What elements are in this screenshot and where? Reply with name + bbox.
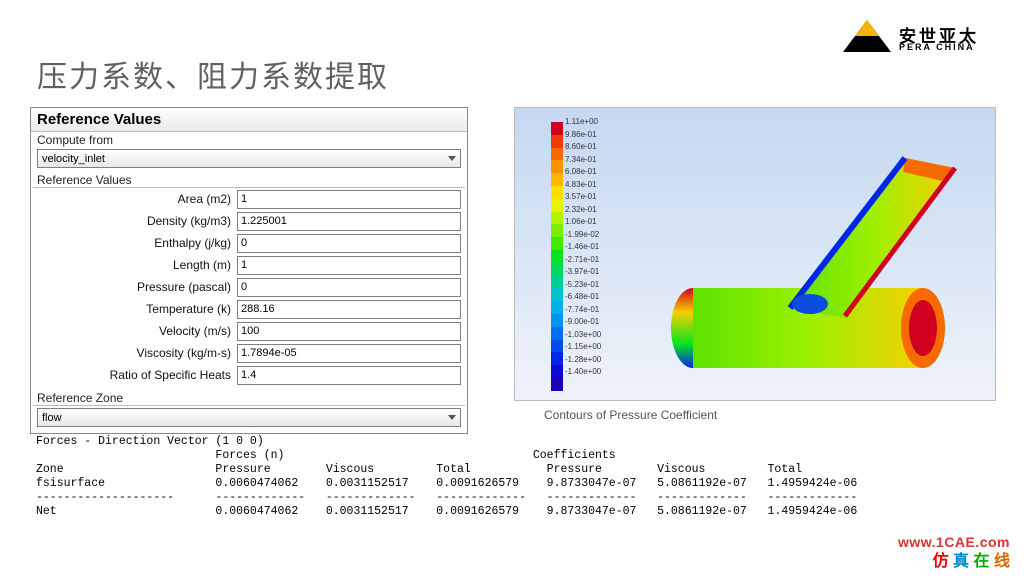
compute-from-value: velocity_inlet: [42, 153, 105, 165]
label-heat-ratio: Ratio of Specific Heats: [31, 368, 237, 382]
contour-caption: Contours of Pressure Coefficient: [544, 408, 717, 422]
group-divider: [33, 405, 465, 406]
row-velocity: Velocity (m/s)100: [31, 320, 467, 342]
row-enthalpy: Enthalpy (j/kg)0: [31, 232, 467, 254]
wm-char: 在: [974, 553, 990, 570]
reference-values-panel: Reference Values Compute from velocity_i…: [30, 107, 468, 434]
input-velocity[interactable]: 100: [237, 322, 461, 341]
label-temperature: Temperature (k): [31, 302, 237, 316]
label-length: Length (m): [31, 258, 237, 272]
row-temperature: Temperature (k)288.16: [31, 298, 467, 320]
input-enthalpy[interactable]: 0: [237, 234, 461, 253]
reference-zone-value: flow: [42, 412, 62, 424]
pressure-contour-geometry: [655, 138, 995, 388]
chevron-down-icon: [448, 415, 456, 420]
panel-title: Reference Values: [31, 108, 467, 132]
row-heat-ratio: Ratio of Specific Heats1.4: [31, 364, 467, 386]
label-velocity: Velocity (m/s): [31, 324, 237, 338]
label-viscosity: Viscosity (kg/m-s): [31, 346, 237, 360]
label-density: Density (kg/m3): [31, 214, 237, 228]
wm-char: 仿: [933, 553, 949, 570]
brand-logo: 安世亚太 PERA CHINA: [839, 18, 1004, 60]
page-title: 压力系数、阻力系数提取: [37, 52, 389, 96]
wm-char: 真: [953, 553, 969, 570]
reference-zone-dropdown[interactable]: flow: [37, 408, 461, 427]
input-density[interactable]: 1.225001: [237, 212, 461, 231]
reference-zone-label: Reference Zone: [31, 390, 467, 405]
input-viscosity[interactable]: 1.7894e-05: [237, 344, 461, 363]
logo-triangle-icon: [839, 18, 895, 56]
input-pressure[interactable]: 0: [237, 278, 461, 297]
forces-report: Forces - Direction Vector (1 0 0) Forces…: [36, 435, 1000, 519]
input-area[interactable]: 1: [237, 190, 461, 209]
row-density: Density (kg/m3)1.225001: [31, 210, 467, 232]
reference-values-group-label: Reference Values: [31, 172, 467, 187]
label-area: Area (m2): [31, 192, 237, 206]
row-length: Length (m)1: [31, 254, 467, 276]
input-temperature[interactable]: 288.16: [237, 300, 461, 319]
wm-char: 线: [994, 553, 1010, 570]
label-pressure: Pressure (pascal): [31, 280, 237, 294]
chevron-down-icon: [448, 156, 456, 161]
color-legend-values: 1.11e+009.86e-018.60e-017.34e-016.08e-01…: [565, 116, 601, 379]
label-enthalpy: Enthalpy (j/kg): [31, 236, 237, 250]
row-pressure: Pressure (pascal)0: [31, 276, 467, 298]
row-area: Area (m2)1: [31, 188, 467, 210]
watermark-text: 仿 真 在 线: [933, 547, 1010, 571]
color-legend-bar: [551, 122, 563, 378]
compute-from-label: Compute from: [31, 132, 467, 147]
input-heat-ratio[interactable]: 1.4: [237, 366, 461, 385]
logo-text-en: PERA CHINA: [899, 42, 975, 52]
input-length[interactable]: 1: [237, 256, 461, 275]
contour-viewport[interactable]: 1.11e+009.86e-018.60e-017.34e-016.08e-01…: [514, 107, 996, 401]
compute-from-dropdown[interactable]: velocity_inlet: [37, 149, 461, 168]
row-viscosity: Viscosity (kg/m-s)1.7894e-05: [31, 342, 467, 364]
